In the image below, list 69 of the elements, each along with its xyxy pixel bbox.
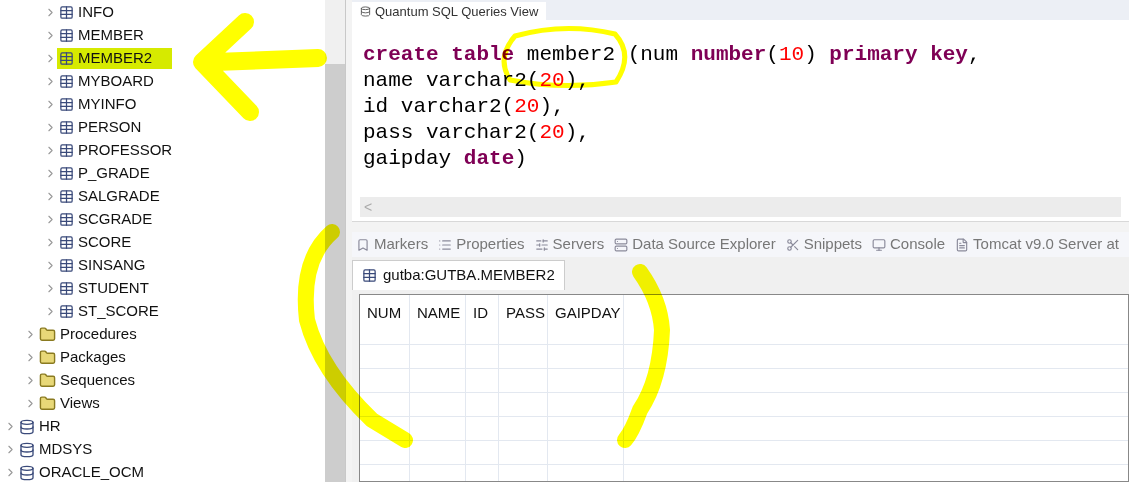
tree-item[interactable]: MDSYS [17,439,97,460]
table-icon [59,143,74,158]
tree-item[interactable]: Procedures [37,324,141,345]
document-icon [955,237,970,252]
server-icon [614,237,629,252]
tree-item[interactable]: MEMBER2 [57,48,173,69]
scrollbar-thumb[interactable] [325,64,345,482]
code-line: pass varchar2(20), [363,120,591,146]
database-icon [360,5,371,17]
database-icon [19,418,35,435]
table-icon [59,189,74,204]
table-icon [59,74,74,89]
table-icon [59,97,74,112]
code-line: gaipday date) [363,146,528,172]
tree-item[interactable]: MEMBER [57,25,148,46]
table-icon [59,28,74,43]
view-tab[interactable]: Markers [356,233,429,256]
tree-item[interactable]: HR [17,416,65,437]
tree-item[interactable]: SALGRADE [57,186,164,207]
folder-icon [39,395,56,412]
table-icon [59,5,74,20]
tree-item[interactable]: MYINFO [57,94,141,115]
tree-item[interactable]: PROFESSOR [57,140,177,161]
list-icon [438,237,453,252]
table-icon [59,51,74,66]
tree-item[interactable]: INFO [57,2,118,23]
tree-item[interactable]: ORACLE_OCM [17,462,149,482]
scissors-icon [785,237,800,252]
tree-item[interactable]: SCORE [57,232,136,253]
folder-icon [39,372,56,389]
bookmark-icon [356,237,370,252]
table-icon [59,304,74,319]
tree-item[interactable]: P_GRADE [57,163,154,184]
table-icon [59,281,74,296]
table-icon [59,258,74,273]
tree-item[interactable]: SCGRADE [57,209,157,230]
editor-tab[interactable]: Quantum SQL Queries View [352,2,547,20]
column-header[interactable]: ID [466,295,498,345]
view-tab[interactable]: Properties [438,233,525,256]
view-tab[interactable]: Servers [534,233,605,256]
table-icon [362,268,377,283]
table-icon [59,235,74,250]
column-header[interactable]: NAME [410,295,465,345]
column-header[interactable]: GAIPDAY [548,295,623,345]
view-tab[interactable]: Snippets [785,233,862,256]
tree-item[interactable]: PERSON [57,117,146,138]
tree-item[interactable]: Sequences [37,370,140,391]
column-header[interactable]: PASS [499,295,547,345]
monitor-icon [872,237,886,252]
database-icon [19,464,35,481]
tree-item[interactable]: STUDENT [57,278,153,299]
column-header[interactable]: NUM [360,295,409,345]
tree-item[interactable]: Views [37,393,104,414]
tree-item[interactable]: MYBOARD [57,71,158,92]
table-icon [59,166,74,181]
table-icon [59,120,74,135]
view-tab[interactable]: Data Source Explorer [614,233,776,256]
tree-item[interactable]: SINSANG [57,255,150,276]
tree-item[interactable]: ST_SCORE [57,301,163,322]
folder-icon [39,349,56,366]
view-tab[interactable]: Tomcat v9.0 Server at [955,233,1119,256]
database-icon [19,441,35,458]
folder-icon [39,326,56,343]
sliders-icon [534,237,549,252]
table-icon [59,212,74,227]
tree-item[interactable]: Packages [37,347,130,368]
view-tab[interactable]: Console [872,233,946,256]
code-line: id varchar2(20), [363,94,566,120]
result-tab[interactable]: gutba:GUTBA.MEMBER2 [352,260,565,290]
